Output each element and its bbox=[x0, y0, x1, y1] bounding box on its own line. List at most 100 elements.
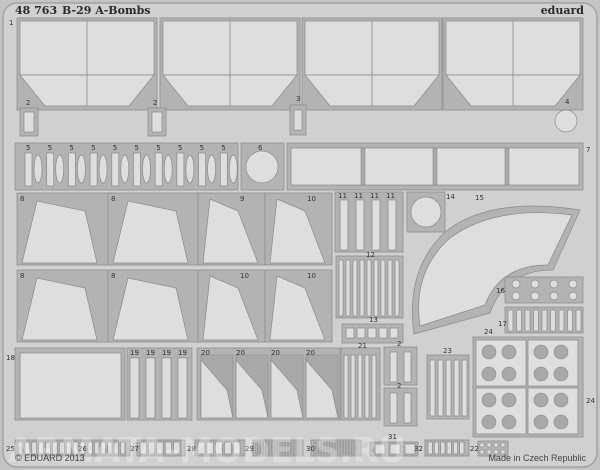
part-number-5: 5 bbox=[48, 144, 52, 152]
part-number-24: 24 bbox=[586, 397, 595, 405]
part-19 bbox=[177, 357, 188, 419]
part-number-17: 17 bbox=[498, 320, 507, 328]
part-number-15: 15 bbox=[475, 194, 484, 202]
part-number-1: 1 bbox=[9, 19, 13, 27]
part-13 bbox=[367, 327, 377, 339]
part-number-2: 2 bbox=[397, 382, 401, 390]
part-number-3: 3 bbox=[296, 95, 300, 103]
part-number-19: 19 bbox=[178, 349, 187, 357]
part-12 bbox=[345, 259, 351, 317]
part-24-disc bbox=[553, 366, 569, 382]
part-17 bbox=[567, 309, 573, 332]
part-5 bbox=[111, 152, 120, 187]
part-21 bbox=[364, 354, 370, 419]
part-4 bbox=[554, 109, 578, 133]
part-13 bbox=[389, 327, 399, 339]
part-5-fin bbox=[142, 154, 151, 184]
part-17 bbox=[558, 309, 565, 332]
part-2 bbox=[403, 392, 412, 424]
part-23 bbox=[461, 359, 468, 417]
parts-layout bbox=[14, 17, 584, 457]
part-12 bbox=[380, 259, 386, 317]
part-5 bbox=[176, 152, 185, 187]
part-13 bbox=[345, 327, 355, 339]
part-number-5: 5 bbox=[178, 144, 182, 152]
part-number-20: 20 bbox=[236, 349, 245, 357]
part-16 bbox=[530, 279, 540, 289]
part-23 bbox=[429, 359, 436, 417]
part-24-block bbox=[527, 387, 579, 435]
part-16 bbox=[549, 279, 559, 289]
part-5-fin bbox=[77, 154, 86, 184]
part-32 bbox=[459, 441, 465, 455]
part-7-rib bbox=[432, 147, 438, 186]
part-5 bbox=[89, 152, 98, 187]
part-number-32: 32 bbox=[414, 445, 423, 453]
part-11 bbox=[339, 199, 349, 251]
part-number-5: 5 bbox=[91, 144, 95, 152]
fret-title: B-29 A-Bombs bbox=[62, 4, 150, 17]
part-16 bbox=[530, 291, 540, 301]
part-12 bbox=[373, 259, 379, 317]
part-number-12: 12 bbox=[366, 251, 375, 259]
part-number-22: 22 bbox=[470, 445, 479, 453]
part-number-8: 8 bbox=[20, 195, 24, 203]
part-17 bbox=[550, 309, 556, 332]
part-22 bbox=[486, 442, 492, 448]
part-2 bbox=[403, 351, 412, 383]
part-7-rib bbox=[360, 147, 366, 186]
part-24-disc bbox=[533, 344, 549, 360]
part-number-5: 5 bbox=[156, 144, 160, 152]
part-number-20: 20 bbox=[271, 349, 280, 357]
part-14 bbox=[410, 196, 442, 228]
part-number-13: 13 bbox=[369, 316, 378, 324]
part-5-fin bbox=[207, 154, 216, 184]
part-number-2: 2 bbox=[26, 99, 30, 107]
part-2-frame bbox=[383, 387, 418, 427]
part-5 bbox=[154, 152, 163, 187]
part-number-2: 2 bbox=[153, 99, 157, 107]
part-24-disc bbox=[553, 344, 569, 360]
part-number-9: 9 bbox=[240, 195, 244, 203]
part-16 bbox=[549, 291, 559, 301]
catalog-number: 48 763 bbox=[15, 4, 57, 17]
part-24-disc bbox=[533, 392, 549, 408]
part-24-disc bbox=[481, 414, 497, 430]
part-number-19: 19 bbox=[162, 349, 171, 357]
part-2 bbox=[389, 351, 398, 383]
part-5 bbox=[133, 152, 141, 187]
part-12 bbox=[394, 259, 400, 317]
part-21 bbox=[343, 354, 349, 419]
copyright-text: © EDUARD 2013 bbox=[15, 453, 85, 463]
part-21 bbox=[350, 354, 356, 419]
part-21 bbox=[357, 354, 363, 419]
part-12 bbox=[387, 259, 393, 317]
part-number-8: 8 bbox=[111, 272, 115, 280]
part-2-frame bbox=[383, 346, 418, 386]
part-number-5: 5 bbox=[221, 144, 225, 152]
part-number-14: 14 bbox=[446, 193, 455, 201]
part-17 bbox=[533, 309, 539, 332]
part-18 bbox=[19, 352, 122, 419]
part-32 bbox=[440, 441, 446, 455]
origin-text: Made in Czech Republic bbox=[488, 453, 586, 463]
part-32 bbox=[427, 441, 433, 455]
part-5-fin bbox=[228, 154, 238, 184]
part-number-11: 11 bbox=[338, 192, 347, 200]
part-11 bbox=[387, 199, 397, 251]
part-number-20: 20 bbox=[306, 349, 315, 357]
part-3 bbox=[293, 109, 303, 131]
part-24-disc bbox=[481, 392, 497, 408]
part-19 bbox=[161, 357, 172, 419]
part-number-11: 11 bbox=[386, 192, 395, 200]
part-32 bbox=[446, 441, 452, 455]
part-number-20: 20 bbox=[201, 349, 210, 357]
photo-etch-fret-image: 48 763 B-29 A-Bombs eduard 1223455555555… bbox=[0, 0, 600, 470]
part-number-7: 7 bbox=[586, 146, 590, 154]
part-24-block bbox=[527, 339, 579, 387]
part-number-19: 19 bbox=[146, 349, 155, 357]
part-12 bbox=[359, 259, 365, 317]
part-number-10: 10 bbox=[307, 272, 316, 280]
part-24-disc bbox=[533, 366, 549, 382]
part-2 bbox=[151, 111, 163, 133]
